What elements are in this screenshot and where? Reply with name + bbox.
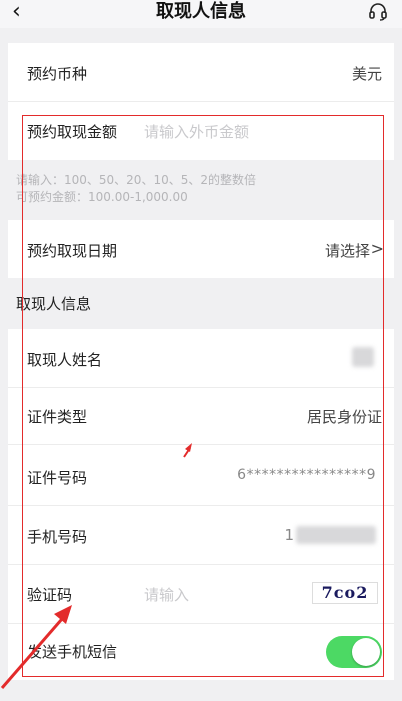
- amount-row[interactable]: 预约取现金额 请输入外币金额: [8, 102, 394, 160]
- date-row[interactable]: 预约取现日期 请选择 >: [8, 220, 394, 278]
- id-number-value: 6****************9: [237, 467, 376, 483]
- currency-row[interactable]: 预约币种 美元: [8, 43, 394, 101]
- page-title: 取现人信息: [156, 1, 246, 22]
- currency-value: 美元: [351, 65, 382, 83]
- id-number-row[interactable]: 证件号码 6****************9: [8, 445, 394, 505]
- phone-value-blurred: [296, 526, 376, 544]
- date-label: 预约取现日期: [27, 242, 118, 260]
- amount-hint-range: 可预约金额：100.00-1,000.00: [16, 190, 188, 204]
- toggle-knob: [352, 638, 380, 666]
- currency-label: 预约币种: [27, 65, 88, 83]
- captcha-image[interactable]: 7ᴄo2: [312, 582, 378, 604]
- chevron-right-icon: >: [370, 239, 384, 258]
- sms-toggle-switch[interactable]: [326, 636, 382, 668]
- name-value-blurred: [352, 347, 374, 367]
- section-title: 取现人信息: [16, 295, 92, 313]
- phone-value: 1: [284, 526, 294, 544]
- id-type-value: 居民身份证: [306, 408, 382, 426]
- amount-hint-multiples: 请输入：100、50、20、10、5、2的整数倍: [16, 173, 256, 187]
- captcha-label: 验证码: [27, 586, 73, 604]
- name-label: 取现人姓名: [27, 351, 103, 369]
- phone-label: 手机号码: [27, 528, 88, 546]
- id-number-label: 证件号码: [27, 469, 88, 487]
- id-type-row[interactable]: 证件类型 居民身份证: [8, 388, 394, 444]
- customer-service-headset-icon[interactable]: [368, 2, 388, 22]
- date-select[interactable]: 请选择: [325, 240, 370, 261]
- navigation-bar: ‹ 取现人信息: [0, 0, 402, 28]
- captcha-row[interactable]: 验证码 请输入 7ᴄo2: [8, 565, 394, 623]
- amount-label: 预约取现金额: [27, 123, 118, 141]
- amount-input[interactable]: 请输入外币金额: [144, 121, 249, 142]
- id-type-label: 证件类型: [27, 408, 88, 426]
- name-row[interactable]: 取现人姓名: [8, 329, 394, 387]
- captcha-input[interactable]: 请输入: [144, 584, 189, 605]
- phone-row[interactable]: 手机号码 1: [8, 506, 394, 564]
- sms-label: 发送手机短信: [27, 643, 118, 661]
- sms-row: 发送手机短信: [8, 624, 394, 680]
